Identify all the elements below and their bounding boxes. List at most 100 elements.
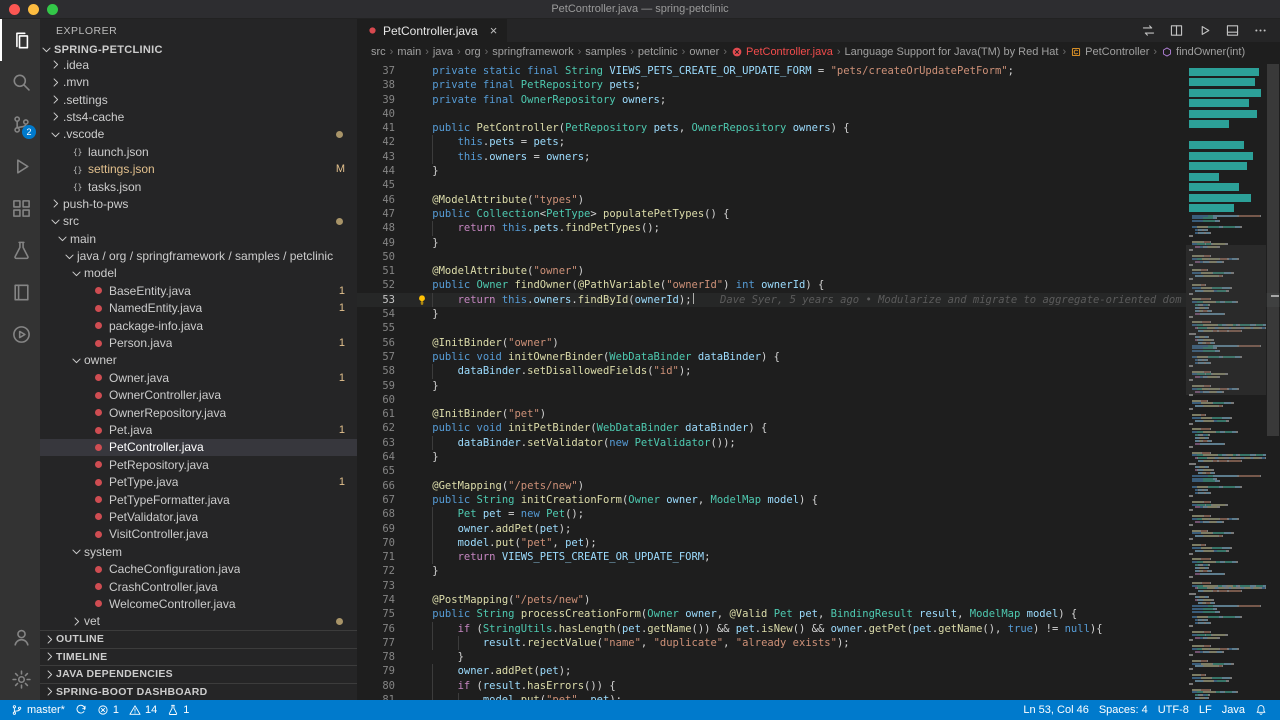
- breadcrumb-main[interactable]: main: [397, 46, 421, 58]
- scrollbar-thumb[interactable]: [1267, 64, 1279, 436]
- status-language-mode[interactable]: Java: [1217, 700, 1250, 720]
- tree-item-person-java[interactable]: Person.java1: [40, 334, 357, 351]
- lightbulb-icon[interactable]: [416, 294, 428, 306]
- status-indentation[interactable]: Spaces: 4: [1094, 700, 1153, 720]
- status-encoding[interactable]: UTF-8: [1153, 700, 1194, 720]
- tree-item-push-to-pws[interactable]: push-to-pws: [40, 195, 357, 212]
- minimap-slider[interactable]: [1186, 245, 1266, 395]
- status-cursor-position[interactable]: Ln 53, Col 46: [1018, 700, 1093, 720]
- tree-item-cacheconfiguration-java[interactable]: CacheConfiguration.java: [40, 560, 357, 577]
- breadcrumb-springframework[interactable]: springframework: [492, 46, 573, 58]
- tree-item-vet[interactable]: vet: [40, 613, 357, 630]
- tree-item-model[interactable]: model: [40, 265, 357, 282]
- status-branch-status[interactable]: master*: [6, 700, 70, 720]
- line-number: 48: [357, 221, 395, 235]
- indent-guide: [458, 636, 483, 650]
- minimap-token: [1201, 417, 1211, 419]
- minimap-token: [1217, 637, 1219, 639]
- code-text: return this.pets.findPetTypes();: [395, 221, 660, 235]
- split-editor-button[interactable]: [1169, 23, 1184, 38]
- tree-item-pettypeformatter-java[interactable]: PetTypeFormatter.java: [40, 491, 357, 508]
- indent-guide: [407, 536, 432, 550]
- minimap-line: [1186, 443, 1266, 445]
- close-tab-icon[interactable]: ×: [490, 24, 498, 37]
- tree-item-tasks-json[interactable]: {}tasks.json: [40, 178, 357, 195]
- status-problems-errors[interactable]: 1: [92, 700, 124, 720]
- decoration-dot: [336, 618, 343, 625]
- tree-item-launch-json[interactable]: {}launch.json: [40, 143, 357, 160]
- close-button[interactable]: [9, 4, 20, 15]
- activity-accounts[interactable]: [0, 616, 40, 658]
- breadcrumb-samples[interactable]: samples: [585, 46, 626, 58]
- breadcrumb-petclinic[interactable]: petclinic: [638, 46, 678, 58]
- tree-item-settings[interactable]: .settings: [40, 91, 357, 108]
- activity-search[interactable]: [0, 61, 40, 103]
- tree-item-system[interactable]: system: [40, 543, 357, 560]
- tree-item-petrepository-java[interactable]: PetRepository.java: [40, 456, 357, 473]
- tree-root[interactable]: SPRING-PETCLINIC: [40, 43, 357, 56]
- tree-item-petcontroller-java[interactable]: PetController.java: [40, 439, 357, 456]
- breadcrumb-src[interactable]: src: [371, 46, 386, 58]
- open-changes-button[interactable]: [1141, 23, 1156, 38]
- status-eol[interactable]: LF: [1194, 700, 1217, 720]
- tree-item-pet-java[interactable]: Pet.java1: [40, 421, 357, 438]
- activity-extensions[interactable]: [0, 187, 40, 229]
- tree-item-pettype-java[interactable]: PetType.java1: [40, 473, 357, 490]
- code-line-42: 42this.pets = pets;: [357, 135, 1280, 149]
- tree-item-vscode[interactable]: .vscode: [40, 126, 357, 143]
- more-actions-button[interactable]: [1253, 23, 1268, 38]
- tree-item-owner[interactable]: owner: [40, 352, 357, 369]
- tab-petcontroller-java[interactable]: PetController.java ×: [357, 19, 507, 42]
- tree-item-label: PetTypeFormatter.java: [109, 493, 230, 507]
- activity-explorer[interactable]: [0, 19, 40, 61]
- status-problems-warnings[interactable]: 14: [124, 700, 162, 720]
- minimize-button[interactable]: [28, 4, 39, 15]
- breadcrumb-petcontroller-java[interactable]: PetController.java: [731, 46, 833, 58]
- tree-item-petvalidator-java[interactable]: PetValidator.java: [40, 508, 357, 525]
- tree-item-owner-java[interactable]: Owner.java1: [40, 369, 357, 386]
- status-notifications-bell[interactable]: [1250, 700, 1272, 720]
- breadcrumb-language-support-for-java-tm-by-red-hat[interactable]: Language Support for Java(TM) by Red Hat: [844, 46, 1058, 58]
- activity-notebooks[interactable]: [0, 271, 40, 313]
- breadcrumb-findowner-int[interactable]: findOwner(int): [1161, 46, 1245, 58]
- tree-item-sts4-cache[interactable]: .sts4-cache: [40, 108, 357, 125]
- activity-manage[interactable]: [0, 658, 40, 700]
- status-sync-button[interactable]: [70, 700, 92, 720]
- activity-run-and-debug[interactable]: [0, 145, 40, 187]
- tree-item-package-info-java[interactable]: package-info.java: [40, 317, 357, 334]
- tree-item-src[interactable]: src: [40, 213, 357, 230]
- tree-item-namedentity-java[interactable]: NamedEntity.java1: [40, 300, 357, 317]
- activity-testing[interactable]: [0, 229, 40, 271]
- code-token: int: [736, 279, 761, 291]
- section-timeline[interactable]: TIMELINE: [40, 648, 357, 666]
- tree-item-java-org-springframework-samples-petclinic[interactable]: java / org / springframework / samples /…: [40, 247, 357, 264]
- tree-item-settings-json[interactable]: {}settings.jsonM: [40, 160, 357, 177]
- run-file-button[interactable]: [1197, 23, 1212, 38]
- tree-item-ownerrepository-java[interactable]: OwnerRepository.java: [40, 404, 357, 421]
- status-tests-status[interactable]: 1: [162, 700, 194, 720]
- tree-item-ownercontroller-java[interactable]: OwnerController.java: [40, 387, 357, 404]
- breadcrumb-owner[interactable]: owner: [689, 46, 719, 58]
- zoom-button[interactable]: [47, 4, 58, 15]
- breadcrumb-org[interactable]: org: [465, 46, 481, 58]
- tree-item-visitcontroller-java[interactable]: VisitController.java: [40, 526, 357, 543]
- tree-item-crashcontroller-java[interactable]: CrashController.java: [40, 578, 357, 595]
- tree-item-idea[interactable]: .idea: [40, 56, 357, 73]
- section-outline[interactable]: OUTLINE: [40, 630, 357, 648]
- tree-item-mvn[interactable]: .mvn: [40, 74, 357, 91]
- tree-item-main[interactable]: main: [40, 230, 357, 247]
- minimap-line: [1186, 631, 1266, 633]
- code-editor[interactable]: 37private static final String VIEWS_PETS…: [357, 62, 1280, 700]
- activity-spring-boot-dashboard[interactable]: [0, 313, 40, 355]
- section-spring-boot-dashboard[interactable]: SPRING-BOOT DASHBOARD: [40, 683, 357, 701]
- section-java-dependencies[interactable]: JAVA DEPENDENCIES: [40, 665, 357, 683]
- code-token: getName: [647, 623, 691, 635]
- activity-source-control[interactable]: 2: [0, 103, 40, 145]
- breadcrumb-petcontroller[interactable]: PetController: [1070, 46, 1149, 58]
- breadcrumb-java[interactable]: java: [433, 46, 453, 58]
- toggle-panel-button[interactable]: [1225, 23, 1240, 38]
- tree-item-welcomecontroller-java[interactable]: WelcomeController.java: [40, 595, 357, 612]
- tree-item-baseentity-java[interactable]: BaseEntity.java1: [40, 282, 357, 299]
- scrollbar[interactable]: [1266, 62, 1280, 700]
- minimap[interactable]: [1186, 62, 1266, 700]
